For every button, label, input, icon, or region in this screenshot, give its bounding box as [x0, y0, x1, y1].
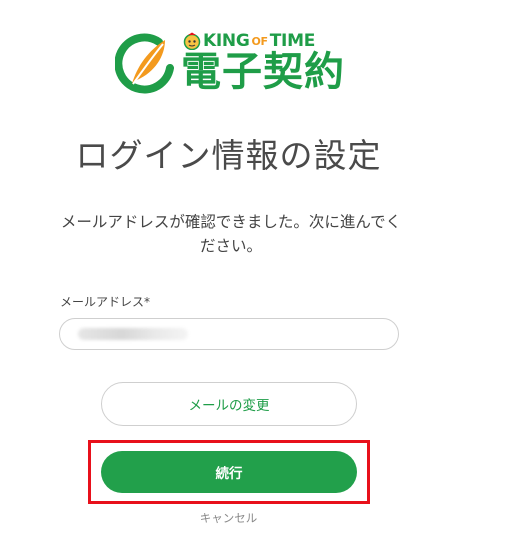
change-email-button[interactable]: メールの変更 — [101, 382, 357, 426]
cancel-link[interactable]: キャンセル — [0, 509, 457, 527]
continue-button[interactable]: 続行 — [101, 451, 357, 493]
confirmation-message: メールアドレスが確認できました。次に進んでください。 — [60, 213, 402, 255]
logo: KING OF TIME 電子契約 — [115, 28, 355, 98]
redacted-email-value — [78, 328, 188, 340]
product-name: 電子契約 — [181, 49, 345, 95]
email-label: メールアドレス* — [60, 295, 151, 309]
brand-king-text: KING — [203, 30, 250, 51]
contract-leaf-logo-icon — [115, 33, 174, 94]
page-title: ログイン情報の設定 — [75, 136, 382, 175]
mascot-icon — [183, 32, 201, 50]
brand-time-text: TIME — [269, 30, 316, 51]
brand-of-text: OF — [251, 34, 268, 48]
